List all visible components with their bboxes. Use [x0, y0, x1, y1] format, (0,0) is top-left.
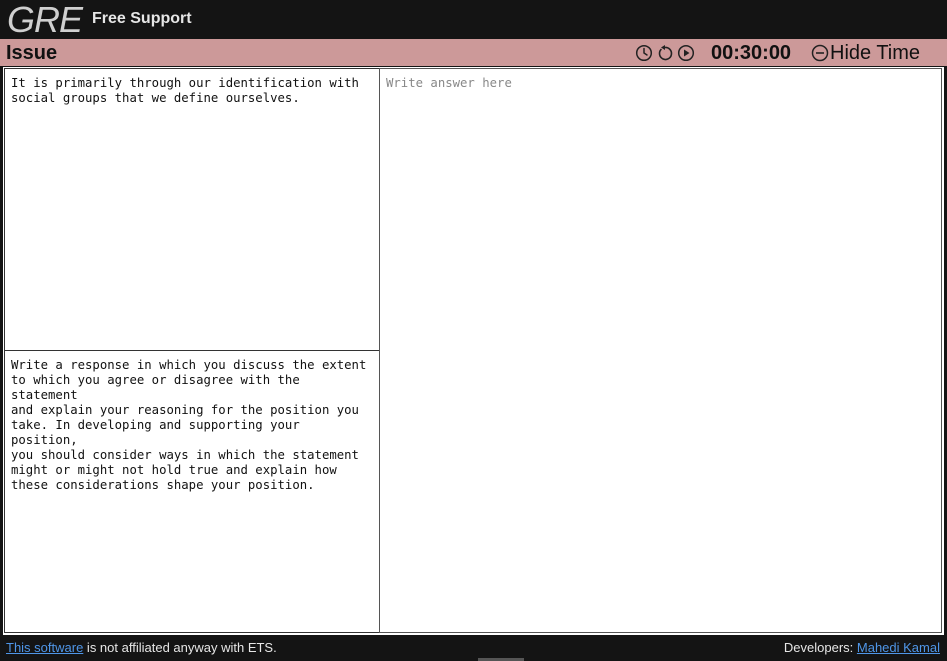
top-header: GRE Free Support — [0, 0, 947, 39]
app-subtitle: Free Support — [92, 10, 192, 27]
timer-display: 00:30:00 — [711, 42, 792, 64]
minus-circle-icon — [811, 44, 829, 62]
developer-link[interactable]: Mahedi Kamal — [857, 640, 940, 655]
section-bar: Issue 00:30:00 Hide Time — [0, 39, 947, 66]
issue-instructions: Write a response in which you discuss th… — [4, 350, 380, 633]
timer-controls — [635, 42, 698, 64]
section-title: Issue — [6, 42, 58, 64]
footer: This software is not affiliated anyway w… — [0, 636, 947, 661]
play-icon[interactable] — [677, 44, 695, 62]
clock-icon[interactable] — [635, 44, 653, 62]
gre-logo: GRE — [7, 0, 83, 40]
workspace: It is primarily through our identificati… — [3, 67, 944, 635]
footer-developers: Developers: Mahedi Kamal — [784, 640, 940, 655]
hide-time-label: Hide Time — [830, 42, 921, 64]
disclaimer-text: is not affiliated anyway with ETS. — [83, 640, 277, 655]
software-link[interactable]: This software — [6, 640, 83, 655]
developers-label: Developers: — [783, 640, 857, 655]
footer-disclaimer: This software is not affiliated anyway w… — [6, 640, 277, 655]
answer-textarea[interactable] — [379, 68, 942, 633]
hide-time-button[interactable]: Hide Time — [811, 41, 920, 65]
issue-statement: It is primarily through our identificati… — [4, 68, 380, 351]
reset-icon[interactable] — [656, 44, 674, 62]
